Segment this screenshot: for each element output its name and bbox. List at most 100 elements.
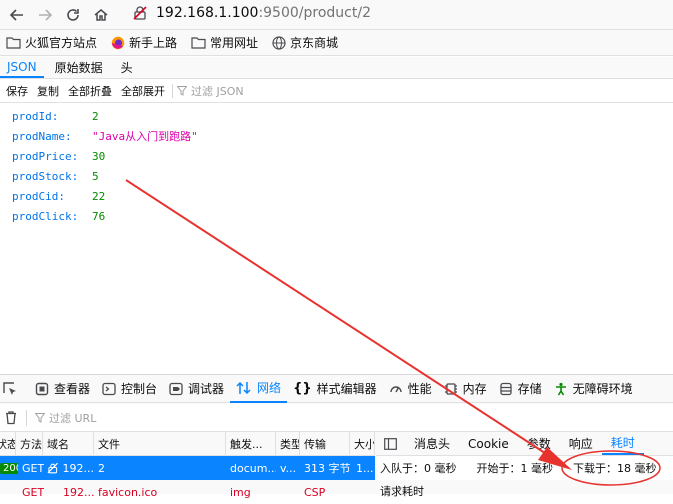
url-text[interactable]: 192.168.1.100:9500/product/2 <box>156 5 371 21</box>
status-badge: 200 <box>0 462 18 474</box>
json-key: prodClick: <box>12 209 79 223</box>
json-viewer-tabs: JSON 原始数据 头 <box>0 57 673 79</box>
json-row[interactable]: prodCid: 22 <box>12 186 105 206</box>
bookmark-label: 新手上路 <box>129 36 178 50</box>
navigation-bar: 192.168.1.100:9500/product/2 <box>0 0 673 30</box>
column-domain[interactable]: 域名 <box>43 432 94 456</box>
tab-label: 查看器 <box>54 382 91 396</box>
memory-icon <box>444 382 458 396</box>
tab-label: 存储 <box>517 382 542 396</box>
folder-icon <box>191 36 206 49</box>
bookmark-item[interactable]: 京东商城 <box>272 34 338 51</box>
firefox-icon <box>111 36 125 50</box>
json-key: prodCid: <box>12 189 65 203</box>
tab-inspector[interactable]: 查看器 <box>29 375 96 403</box>
network-request-row[interactable]: 200 GET 192... 2 docum... v... 313 字节 1.… <box>0 456 375 480</box>
bookmark-label: 火狐官方站点 <box>25 36 98 50</box>
tab-style-editor[interactable]: {} 样式编辑器 <box>287 375 383 403</box>
tab-label: 调试器 <box>188 382 225 396</box>
filter-url-placeholder: 过滤 URL <box>49 411 97 425</box>
filter-icon <box>35 412 45 423</box>
copy-button[interactable]: 复制 <box>34 83 62 99</box>
method-cell: GET <box>22 485 44 499</box>
tab-label: 网络 <box>257 381 282 395</box>
bookmark-item[interactable]: 火狐官方站点 <box>6 34 97 51</box>
tab-performance[interactable]: 性能 <box>383 375 438 403</box>
column-file[interactable]: 文件 <box>94 432 226 456</box>
trash-icon[interactable] <box>4 410 18 425</box>
expand-all-button[interactable]: 全部展开 <box>118 83 168 99</box>
arrow-right-icon <box>39 8 53 21</box>
forward-button[interactable] <box>34 4 56 26</box>
tab-headers[interactable]: 头 <box>114 57 140 78</box>
devtools-tabs: 查看器 控制台 调试器 网络 {} 样式编辑器 性能 内存 存储 无障碍环境 <box>0 375 673 403</box>
column-type[interactable]: 类型 <box>276 432 300 456</box>
json-row[interactable]: prodStock: 5 <box>12 166 99 186</box>
save-button[interactable]: 保存 <box>3 83 31 99</box>
json-value: "Java从入门到跑路" <box>92 130 198 143</box>
tab-debugger[interactable]: 调试器 <box>163 375 230 403</box>
tab-json[interactable]: JSON <box>0 57 44 78</box>
insecure-connection-icon[interactable] <box>132 5 148 21</box>
console-icon <box>102 382 116 396</box>
inspector-icon <box>35 382 49 396</box>
status-cell: 200 <box>0 456 18 480</box>
filter-json-input[interactable]: 过滤 JSON <box>177 83 244 99</box>
file-cell: 2 <box>98 461 105 475</box>
tab-accessibility[interactable]: 无障碍环境 <box>548 375 639 403</box>
tab-label: 内存 <box>462 382 487 396</box>
json-row[interactable]: prodId: 2 <box>12 106 99 126</box>
url-bar[interactable]: 192.168.1.100:9500/product/2 <box>132 1 672 25</box>
column-status[interactable]: 状态 <box>0 432 16 456</box>
json-row[interactable]: prodName: "Java从入门到跑路" <box>12 126 198 146</box>
tab-storage[interactable]: 存储 <box>493 375 548 403</box>
tab-params[interactable]: 参数 <box>518 432 560 455</box>
json-row[interactable]: prodPrice: 30 <box>12 146 105 166</box>
timings-summary: 入队于：0 毫秒 开始于：1 毫秒 下载于：18 毫秒 <box>376 456 673 480</box>
tab-timings[interactable]: 耗时 <box>601 432 644 455</box>
bookmark-item[interactable]: 常用网址 <box>191 34 258 51</box>
json-content: prodId: 2 prodName: "Java从入门到跑路" prodPri… <box>0 104 673 374</box>
json-toolbar: 保存 复制 全部折叠 全部展开 过滤 JSON <box>0 80 673 103</box>
collapse-all-button[interactable]: 全部折叠 <box>65 83 115 99</box>
tab-cookie[interactable]: Cookie <box>459 432 518 455</box>
transferred-cell: 313 字节 <box>304 462 351 475</box>
network-request-row[interactable]: GET 192... favicon.ico img CSP <box>0 480 375 504</box>
network-icon <box>236 381 252 395</box>
tab-console[interactable]: 控制台 <box>96 375 163 403</box>
json-value: 5 <box>92 169 99 183</box>
filter-url-input[interactable]: 过滤 URL <box>35 410 96 426</box>
column-transferred[interactable]: 传输 <box>300 432 350 456</box>
tab-label: 性能 <box>407 382 432 396</box>
tab-headers-detail[interactable]: 消息头 <box>405 432 459 455</box>
tab-raw-data[interactable]: 原始数据 <box>48 57 110 78</box>
tab-memory[interactable]: 内存 <box>438 375 493 403</box>
transferred-cell: CSP <box>304 485 326 499</box>
bookmark-item[interactable]: 新手上路 <box>111 34 177 51</box>
sidebar-toggle-icon <box>384 437 397 450</box>
size-cell <box>352 480 375 504</box>
reload-button[interactable] <box>62 4 84 26</box>
home-button[interactable] <box>90 4 112 26</box>
debugger-icon <box>169 382 183 396</box>
tab-network[interactable]: 网络 <box>230 375 288 403</box>
url-host: 192.168.1.100 <box>156 5 259 21</box>
globe-icon <box>272 35 286 50</box>
method-cell: GET <box>22 461 44 475</box>
column-size[interactable]: 大小 <box>350 432 375 456</box>
json-row[interactable]: prodClick: 76 <box>12 206 105 226</box>
queued-time: 入队于：0 毫秒 <box>380 462 457 475</box>
accessibility-icon <box>554 382 568 396</box>
column-method[interactable]: 方法 <box>16 432 43 456</box>
json-key: prodStock: <box>12 169 79 183</box>
toggle-sidebar-button[interactable] <box>376 432 405 455</box>
request-timing-label: 请求耗时 <box>380 485 424 498</box>
arrow-left-icon <box>9 8 23 21</box>
tab-response[interactable]: 响应 <box>560 432 602 455</box>
filter-icon <box>177 86 187 96</box>
back-button[interactable] <box>6 4 28 26</box>
home-icon <box>94 8 108 21</box>
json-value: 76 <box>92 209 106 223</box>
column-cause[interactable]: 触发... <box>226 432 276 456</box>
pick-element-button[interactable] <box>0 375 29 403</box>
